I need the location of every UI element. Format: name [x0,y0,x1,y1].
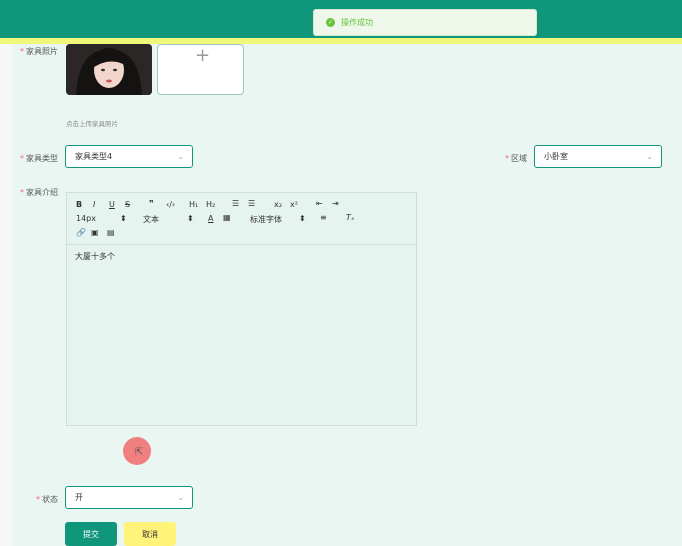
status-select-value: 开 [75,493,83,502]
rich-text-editor[interactable]: B I U S ❞ ‹/› H₁ H₂ ☰ ☰ x₂ x² ⇤ ⇥ 14px ⬍… [66,192,417,426]
status-label: * 状态 [36,495,58,504]
chevron-up-down-icon: ⬍ [120,214,127,223]
clear-format-icon[interactable]: Tₓ [346,213,354,222]
type-label: * 家具类型 [20,154,58,163]
indent-increase-icon[interactable]: ⇥ [332,199,339,208]
photo-label: * 家具照片 [20,47,58,56]
check-circle-icon: ✓ [326,18,335,27]
strike-icon[interactable]: S [125,200,130,209]
chevron-up-down-icon: ⬍ [187,214,194,223]
chevron-down-icon: ⌄ [177,152,184,161]
status-select[interactable]: 开 ⌄ [65,486,193,509]
plus-icon: + [195,45,211,66]
background-color-icon[interactable]: ▦ [223,213,231,222]
editor-toolbar: B I U S ❞ ‹/› H₁ H₂ ☰ ☰ x₂ x² ⇤ ⇥ 14px ⬍… [67,193,416,245]
superscript-icon[interactable]: x² [290,200,298,209]
chevron-down-icon: ⌄ [646,152,653,161]
underline-icon[interactable]: U [109,200,115,209]
code-icon[interactable]: ‹/› [166,200,175,209]
upload-hint: 点击上传家具照片 [66,120,118,128]
area-select[interactable]: 小卧室 ⌄ [534,145,662,168]
left-edge [0,44,12,546]
type-select-value: 家具类型4 [75,152,113,161]
toast-message: 操作成功 [341,18,373,27]
ordered-list-icon[interactable]: ☰ [232,199,239,208]
area-select-value: 小卧室 [544,152,568,161]
link-icon[interactable]: 🔗 [76,228,86,237]
pointer-icon: ⇱ [135,447,144,458]
upload-photo-button[interactable]: + [157,44,244,95]
intro-label: * 家具介绍 [20,188,58,197]
blockquote-icon[interactable]: ❞ [149,199,154,208]
heading1-icon[interactable]: H₁ [189,200,198,209]
subscript-icon[interactable]: x₂ [274,200,282,209]
chevron-down-icon: ⌄ [177,493,184,502]
video-icon[interactable]: ▤ [107,228,115,237]
type-select[interactable]: 家具类型4 ⌄ [65,145,193,168]
heading2-icon[interactable]: H₂ [206,200,215,209]
furniture-photo[interactable] [66,44,152,95]
bullet-list-icon[interactable]: ☰ [248,199,255,208]
indent-decrease-icon[interactable]: ⇤ [316,199,323,208]
mouse-cursor: ⇱ [123,437,151,465]
submit-button[interactable]: 提交 [65,522,117,546]
success-toast: ✓ 操作成功 [313,9,537,36]
font-size-select[interactable]: 14px [76,214,96,223]
bold-icon[interactable]: B [76,200,82,209]
font-family-select[interactable]: 标准字体 [250,214,282,225]
editor-content[interactable]: 大厦十多个 [75,251,115,262]
font-color-icon[interactable]: A [208,214,213,223]
align-icon[interactable]: ≡ [320,213,327,222]
image-icon[interactable]: ▣ [91,228,99,237]
italic-icon[interactable]: I [93,200,95,209]
area-label: * 区域 [505,154,527,163]
text-style-select[interactable]: 文本 [143,214,159,225]
chevron-up-down-icon: ⬍ [299,214,306,223]
cancel-button[interactable]: 取消 [124,522,176,546]
